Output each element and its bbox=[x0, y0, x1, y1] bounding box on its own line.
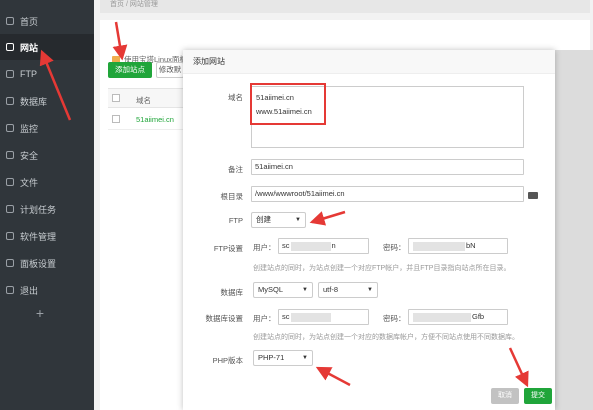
globe-icon bbox=[6, 43, 14, 51]
sidebar-item-database[interactable]: 数据库 bbox=[0, 88, 94, 114]
sidebar-item-label: 文件 bbox=[20, 177, 39, 188]
php-version-value: PHP-71 bbox=[258, 353, 285, 362]
php-version-label: PHP版本 bbox=[212, 356, 243, 365]
db-type-value: MySQL bbox=[258, 285, 284, 294]
apps-icon bbox=[6, 232, 14, 240]
sidebar-item-label: 网站 bbox=[20, 42, 39, 53]
redacted-mask bbox=[413, 241, 465, 251]
folder-icon bbox=[6, 178, 14, 186]
sidebar-item-cron[interactable]: 计划任务 bbox=[0, 196, 94, 222]
modify-button[interactable]: 修改默 bbox=[156, 62, 184, 78]
sidebar: 首页 网站 FTP 数据库 监控 安全 文件 计划任务 软件管理 面板设置 退出… bbox=[0, 0, 94, 410]
sidebar-item-label: 首页 bbox=[20, 16, 39, 27]
settings-icon bbox=[6, 259, 14, 267]
root-path-input[interactable]: /www/wwwroot/51aiimei.cn bbox=[251, 186, 524, 202]
sidebar-item-label: 监控 bbox=[20, 123, 39, 134]
home-icon bbox=[6, 17, 14, 25]
db-user-label: 用户： bbox=[253, 314, 276, 323]
sidebar-add-button[interactable]: + bbox=[30, 306, 50, 320]
sidebar-item-logout[interactable]: 退出 bbox=[0, 277, 94, 303]
redacted-mask bbox=[413, 312, 471, 322]
modal-backdrop bbox=[555, 50, 593, 410]
db-help-text: 创建站点的同时，为站点创建一个对应的数据库帐户，方便不同站点使用不同数据库。 bbox=[253, 334, 519, 341]
redacted-mask bbox=[290, 241, 331, 251]
ftp-select-value: 创建 bbox=[256, 215, 271, 224]
sidebar-item-label: 退出 bbox=[20, 285, 39, 296]
sidebar-item-label: 面板设置 bbox=[20, 258, 57, 269]
sidebar-item-website[interactable]: 网站 bbox=[0, 34, 94, 60]
db-password-input[interactable]: Gfb bbox=[408, 309, 508, 325]
select-all-checkbox[interactable] bbox=[112, 94, 120, 102]
column-header-domain: 域名 bbox=[136, 96, 151, 105]
ftp-help-text: 创建站点的同时，为站点创建一个对应FTP帐户，并且FTP目录指向站点所在目录。 bbox=[253, 265, 511, 272]
logout-icon bbox=[6, 286, 14, 294]
ftp-user-start: sc bbox=[282, 241, 290, 250]
modal-title: 添加网站 bbox=[183, 50, 555, 74]
sidebar-item-home[interactable]: 首页 bbox=[0, 8, 94, 34]
monitor-icon bbox=[6, 124, 14, 132]
sidebar-item-label: 数据库 bbox=[20, 96, 48, 107]
annotation-highlight-box bbox=[250, 83, 326, 125]
ftp-user-input[interactable]: sc n bbox=[278, 238, 369, 254]
note-input[interactable]: 51aiimei.cn bbox=[251, 159, 524, 175]
ftp-select[interactable]: 创建 ▼ bbox=[251, 212, 306, 228]
ftp-settings-label: FTP设置 bbox=[213, 244, 243, 253]
db-user-input[interactable]: sc bbox=[278, 309, 369, 325]
db-settings-label: 数据库设置 bbox=[205, 314, 244, 323]
sidebar-item-security[interactable]: 安全 bbox=[0, 142, 94, 168]
shield-icon bbox=[6, 151, 14, 159]
ftp-icon bbox=[6, 70, 14, 78]
folder-open-icon[interactable] bbox=[528, 192, 538, 199]
site-link[interactable]: 51aiimei.cn bbox=[136, 115, 174, 124]
row-checkbox[interactable] bbox=[112, 115, 120, 123]
ftp-password-end: bN bbox=[466, 241, 476, 250]
add-site-modal: 添加网站 域名 51aiimei.cn www.51aiimei.cn 备注 5… bbox=[183, 50, 555, 410]
ftp-password-input[interactable]: bN bbox=[408, 238, 508, 254]
ftp-label: FTP bbox=[228, 216, 243, 225]
add-site-button[interactable]: 添加站点 bbox=[108, 62, 152, 78]
submit-button[interactable]: 提交 bbox=[524, 388, 552, 404]
ftp-password-label: 密码： bbox=[383, 243, 406, 252]
ftp-user-label: 用户： bbox=[253, 243, 276, 252]
db-charset-select[interactable]: utf-8 ▼ bbox=[318, 282, 378, 298]
database-icon bbox=[6, 97, 14, 105]
redacted-mask bbox=[290, 312, 331, 322]
ftp-user-end: n bbox=[331, 241, 336, 250]
chevron-down-icon: ▼ bbox=[302, 287, 308, 293]
sidebar-item-files[interactable]: 文件 bbox=[0, 169, 94, 195]
db-type-select[interactable]: MySQL ▼ bbox=[253, 282, 313, 298]
database-label: 数据库 bbox=[220, 288, 244, 297]
php-version-select[interactable]: PHP-71 ▼ bbox=[253, 350, 313, 366]
db-password-label: 密码： bbox=[383, 314, 406, 323]
db-charset-value: utf-8 bbox=[323, 285, 339, 294]
calendar-icon bbox=[6, 205, 14, 213]
domain-label: 域名 bbox=[228, 93, 243, 102]
sidebar-item-label: FTP bbox=[20, 69, 37, 79]
note-label: 备注 bbox=[228, 165, 243, 174]
sidebar-item-monitor[interactable]: 监控 bbox=[0, 115, 94, 141]
chevron-down-icon: ▼ bbox=[295, 217, 301, 223]
sidebar-item-settings[interactable]: 面板设置 bbox=[0, 250, 94, 276]
sidebar-item-software[interactable]: 软件管理 bbox=[0, 223, 94, 249]
sidebar-item-label: 计划任务 bbox=[20, 204, 57, 215]
breadcrumb: 首页 / 网站管理 bbox=[100, 0, 590, 13]
db-user-start: sc bbox=[282, 312, 290, 321]
sidebar-item-label: 安全 bbox=[20, 150, 39, 161]
sidebar-item-label: 软件管理 bbox=[20, 231, 57, 242]
cancel-button[interactable]: 取消 bbox=[491, 388, 519, 404]
chevron-down-icon: ▼ bbox=[302, 355, 308, 361]
sidebar-item-ftp[interactable]: FTP bbox=[0, 61, 94, 87]
db-password-end: Gfb bbox=[472, 312, 485, 321]
chevron-down-icon: ▼ bbox=[367, 287, 373, 293]
root-label: 根目录 bbox=[220, 192, 244, 201]
